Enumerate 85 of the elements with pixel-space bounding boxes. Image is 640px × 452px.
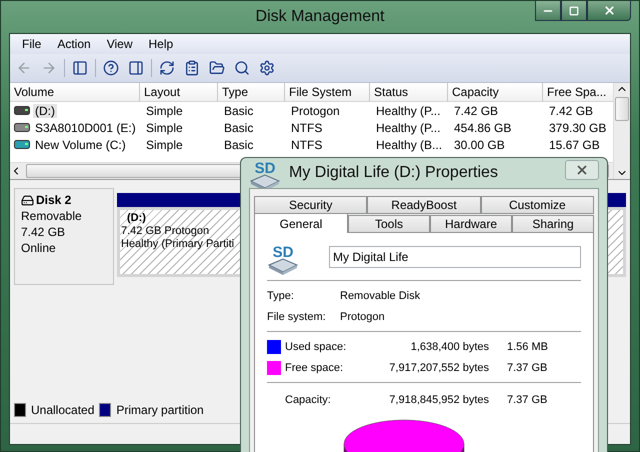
space-size: 7.37 GB xyxy=(506,362,548,374)
drive-icon xyxy=(14,140,30,149)
drive-icon xyxy=(21,194,34,206)
table-cell-text: Healthy (P... xyxy=(375,120,442,134)
table-cell-text: Simple xyxy=(145,120,184,134)
maximize-icon xyxy=(569,6,579,16)
help-icon xyxy=(103,60,119,76)
dialog-title: My Digital Life (D:) Properties xyxy=(289,164,499,182)
info-label: Type: xyxy=(267,290,295,302)
space-bytes: 1,638,400 bytes xyxy=(410,340,489,352)
table-cell-text: NTFS xyxy=(290,138,324,152)
table-cell-text: 379.30 GB xyxy=(548,120,608,134)
column-header[interactable]: Type xyxy=(218,83,285,102)
table-cell-text: Protogon xyxy=(290,104,341,118)
tab[interactable]: ReadyBoost xyxy=(367,196,481,214)
legend-label: Primary partition xyxy=(116,403,204,417)
window-title: Disk Management xyxy=(256,8,384,26)
refresh-icon xyxy=(159,60,175,76)
disk-label-panel[interactable]: Disk 2 Removable 7.42 GB Online xyxy=(14,188,114,285)
table-cell-text: Basic xyxy=(223,120,254,134)
drive-icon xyxy=(14,123,30,132)
tab[interactable]: Customize xyxy=(480,196,594,214)
space-label: Used space: xyxy=(285,340,348,352)
close-button[interactable] xyxy=(565,160,599,180)
menu-item[interactable]: Action xyxy=(49,37,99,51)
capacity-size: 7.37 GB xyxy=(506,394,548,406)
close-icon xyxy=(575,163,589,177)
column-header[interactable]: Volume xyxy=(10,83,140,102)
maximize-button[interactable] xyxy=(561,1,587,21)
table-cell-text: 15.67 GB xyxy=(548,138,601,152)
close-button[interactable] xyxy=(587,1,631,21)
table-cell: (D:) xyxy=(33,104,57,118)
settings-icon xyxy=(259,60,275,76)
disk-size: 7.42 GB xyxy=(21,225,66,239)
panel-icon xyxy=(72,60,88,76)
table-cell-text: 7.42 GB xyxy=(453,104,500,118)
help-button[interactable] xyxy=(101,58,121,78)
drive-icon xyxy=(14,106,30,115)
tab[interactable]: Security xyxy=(254,196,368,214)
menu-item[interactable]: View xyxy=(98,37,140,51)
column-header[interactable]: Status xyxy=(370,83,448,102)
search-icon xyxy=(234,60,250,76)
space-bytes: 7,917,207,552 bytes xyxy=(388,362,489,374)
tab[interactable]: Sharing xyxy=(512,215,594,233)
table-cell-text: Healthy (B... xyxy=(375,138,444,152)
info-value: Protogon xyxy=(340,310,386,322)
column-header[interactable]: File System xyxy=(285,83,370,102)
info-label: File system: xyxy=(267,310,327,322)
capacity-label: Capacity: xyxy=(285,394,332,406)
partition-size: 7.42 GB Protogon xyxy=(121,225,210,237)
space-size: 1.56 MB xyxy=(506,340,549,352)
folder-icon xyxy=(209,60,225,76)
panel-icon xyxy=(128,60,144,76)
info-value: Removable Disk xyxy=(340,290,422,302)
table-cell-text: 7.42 GB xyxy=(548,104,594,118)
table-cell-text: Simple xyxy=(145,138,184,152)
table-cell-text: New Volume (C:) xyxy=(34,138,127,152)
partition-status: Healthy (Primary Partiti xyxy=(121,238,234,250)
disk-name: Disk 2 xyxy=(36,193,72,207)
table-cell-text: 30.00 GB xyxy=(453,138,506,152)
disk-type: Removable xyxy=(21,209,83,223)
table-cell-text: Simple xyxy=(145,104,184,118)
space-label: Free space: xyxy=(285,362,344,374)
vertical-scrollbar[interactable] xyxy=(613,83,630,179)
name-field[interactable]: My Digital Life xyxy=(329,246,581,268)
clipboard-icon xyxy=(184,60,200,76)
tab[interactable]: Hardware xyxy=(430,215,512,233)
tab[interactable]: Tools xyxy=(348,215,430,233)
capacity-bytes: 7,918,845,952 bytes xyxy=(388,394,489,406)
menu-item[interactable]: Help xyxy=(140,37,182,51)
menu-item[interactable]: File xyxy=(14,37,50,51)
table-cell-text: 454.86 GB xyxy=(453,120,512,134)
partition-label: (D:) xyxy=(126,212,146,224)
close-icon xyxy=(602,4,616,17)
table-cell-text: Basic xyxy=(223,104,254,118)
table-cell-text: S3A8010D001 (E:) xyxy=(34,120,137,134)
disk-status: Online xyxy=(21,241,57,255)
table-cell-text: NTFS xyxy=(290,120,324,134)
legend-label: Unallocated xyxy=(31,403,94,417)
table-cell-text: Basic xyxy=(223,138,254,152)
tab[interactable]: General xyxy=(254,213,348,233)
minimize-button[interactable] xyxy=(535,1,561,21)
table-cell-text: Healthy (P... xyxy=(375,104,442,118)
column-header[interactable]: Capacity xyxy=(448,83,543,102)
column-header[interactable]: Layout xyxy=(140,83,218,102)
